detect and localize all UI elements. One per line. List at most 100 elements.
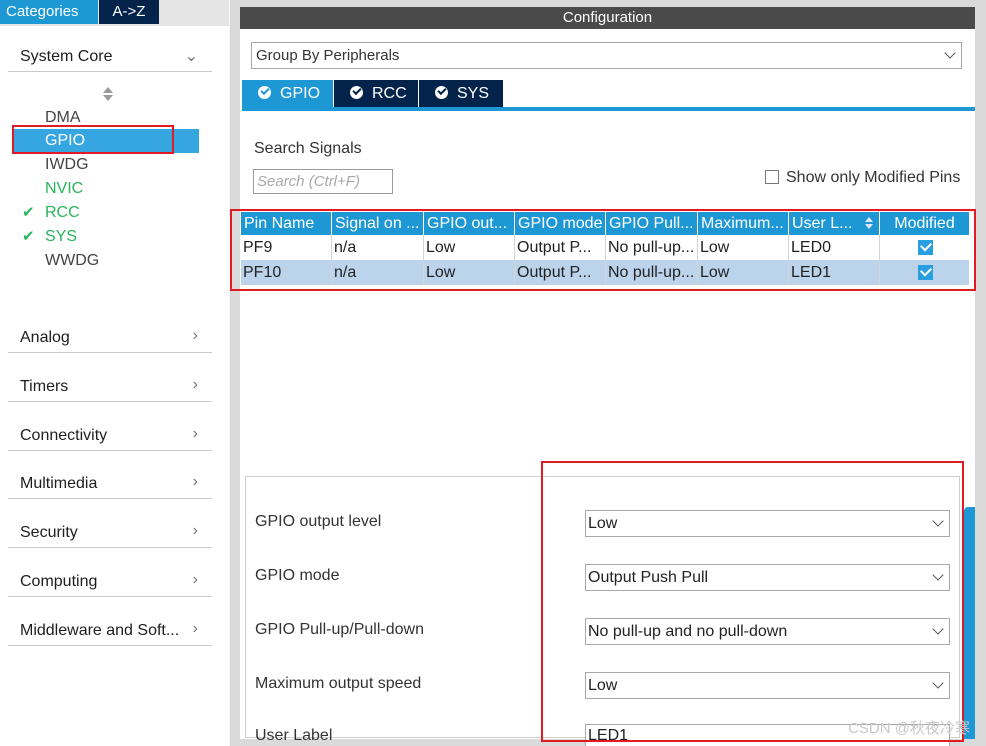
show-modified-checkbox[interactable]: Show only Modified Pins bbox=[765, 169, 960, 187]
sidebar-item-iwdg[interactable]: IWDG bbox=[14, 153, 199, 177]
category-computing[interactable]: Computing › bbox=[8, 567, 212, 597]
category-connectivity[interactable]: Connectivity › bbox=[8, 421, 212, 451]
table-cell: Low bbox=[424, 260, 515, 285]
chevron-right-icon: › bbox=[192, 376, 198, 393]
category-timers[interactable]: Timers › bbox=[8, 372, 212, 402]
table-row[interactable]: PF9 n/a Low Output P... No pull-up... Lo… bbox=[241, 235, 969, 260]
chevron-right-icon: › bbox=[192, 522, 198, 539]
sidebar-item-label: SYS bbox=[45, 228, 78, 245]
table-cell: Low bbox=[698, 260, 789, 285]
tab-gpio[interactable]: GPIO bbox=[242, 80, 333, 107]
chevron-right-icon: › bbox=[192, 425, 198, 442]
column-header-user-label[interactable]: User L... bbox=[789, 212, 880, 235]
tab-underline bbox=[242, 107, 975, 111]
chevron-down-icon bbox=[945, 49, 955, 59]
table-cell: No pull-up... bbox=[606, 235, 698, 260]
category-analog[interactable]: Analog › bbox=[8, 323, 212, 353]
check-circle-icon bbox=[350, 86, 363, 99]
checkbox-box[interactable] bbox=[765, 170, 779, 184]
sidebar-item-label: IWDG bbox=[45, 156, 89, 173]
sort-arrows-icon[interactable] bbox=[102, 86, 114, 102]
tab-rcc[interactable]: RCC bbox=[334, 80, 418, 107]
sidebar-item-wwdg[interactable]: WWDG bbox=[14, 249, 199, 273]
table-cell-modified bbox=[880, 260, 969, 285]
category-label: Analog bbox=[20, 329, 70, 346]
table-cell: n/a bbox=[332, 260, 424, 285]
search-input[interactable] bbox=[253, 169, 393, 194]
table-cell: LED0 bbox=[789, 235, 880, 260]
sidebar-item-label: DMA bbox=[45, 109, 81, 126]
sidebar-item-label: NVIC bbox=[45, 180, 84, 197]
category-label: Timers bbox=[20, 378, 69, 395]
sidebar-item-label: RCC bbox=[45, 204, 80, 221]
categories-tabbar: Categories A->Z bbox=[0, 0, 229, 26]
tab-label: GPIO bbox=[280, 85, 321, 102]
group-by-value: Group By Peripherals bbox=[256, 47, 400, 64]
tab-categories[interactable]: Categories bbox=[0, 0, 98, 24]
chevron-right-icon: › bbox=[192, 620, 198, 637]
table-cell: PF9 bbox=[241, 235, 332, 260]
pull-up-down-label: GPIO Pull-up/Pull-down bbox=[255, 621, 424, 638]
column-header-signal[interactable]: Signal on ... bbox=[332, 212, 424, 235]
chevron-right-icon: › bbox=[192, 571, 198, 588]
sort-icon[interactable] bbox=[865, 217, 873, 229]
configuration-panel: Configuration Group By Peripherals GPIO … bbox=[230, 0, 986, 746]
show-modified-label: Show only Modified Pins bbox=[786, 169, 961, 186]
category-multimedia[interactable]: Multimedia › bbox=[8, 469, 212, 499]
column-header-max-speed[interactable]: Maximum... bbox=[698, 212, 789, 235]
table-header: Pin Name Signal on ... GPIO out... GPIO … bbox=[241, 212, 969, 235]
table-row[interactable]: PF10 n/a Low Output P... No pull-up... L… bbox=[241, 260, 969, 285]
check-circle-icon bbox=[258, 86, 271, 99]
output-level-label: GPIO output level bbox=[255, 513, 382, 530]
sidebar-item-label: WWDG bbox=[45, 252, 100, 269]
configuration-title: Configuration bbox=[240, 7, 975, 29]
table-cell-modified bbox=[880, 235, 969, 260]
chevron-right-icon: › bbox=[192, 327, 198, 344]
search-signals-label: Search Signals bbox=[254, 140, 362, 157]
watermark: CSDN @秋夜冷寒 bbox=[848, 720, 970, 737]
peripheral-tabs: GPIO RCC SYS bbox=[240, 80, 975, 110]
table-cell: Low bbox=[698, 235, 789, 260]
gpio-mode-label: GPIO mode bbox=[255, 567, 340, 584]
column-header-label: User L... bbox=[792, 215, 853, 232]
category-system-core[interactable]: System Core ⌄ bbox=[8, 42, 212, 72]
table-cell: Low bbox=[424, 235, 515, 260]
column-header-gpio-pull[interactable]: GPIO Pull... bbox=[606, 212, 698, 235]
table-cell: Output P... bbox=[515, 260, 606, 285]
modified-checkbox[interactable] bbox=[918, 240, 933, 255]
column-header-modified[interactable]: Modified bbox=[880, 212, 969, 235]
table-cell: PF10 bbox=[241, 260, 332, 285]
chevron-right-icon: › bbox=[192, 473, 198, 490]
table-cell: LED1 bbox=[789, 260, 880, 285]
sidebar-item-sys[interactable]: ✔ SYS bbox=[14, 225, 199, 249]
highlight-box bbox=[12, 125, 174, 154]
column-header-gpio-output[interactable]: GPIO out... bbox=[424, 212, 515, 235]
check-icon: ✔ bbox=[22, 228, 35, 245]
sidebar-item-nvic[interactable]: NVIC bbox=[14, 177, 199, 201]
check-icon: ✔ bbox=[22, 204, 35, 221]
category-label: Computing bbox=[20, 573, 98, 590]
column-header-pin-name[interactable]: Pin Name bbox=[241, 212, 332, 235]
tab-sys[interactable]: SYS bbox=[419, 80, 503, 107]
pin-table: Pin Name Signal on ... GPIO out... GPIO … bbox=[241, 212, 969, 285]
category-label: Multimedia bbox=[20, 475, 98, 492]
user-label-label: User Label bbox=[255, 727, 333, 744]
highlight-box bbox=[541, 461, 964, 742]
category-label: System Core bbox=[20, 48, 113, 65]
category-label: Security bbox=[20, 524, 78, 541]
max-speed-label: Maximum output speed bbox=[255, 675, 422, 692]
category-label: Middleware and Soft... bbox=[20, 622, 180, 639]
properties-scrollbar[interactable] bbox=[964, 507, 975, 739]
sidebar-item-rcc[interactable]: ✔ RCC bbox=[14, 201, 199, 225]
category-middleware[interactable]: Middleware and Soft... › bbox=[8, 616, 212, 646]
categories-panel: Categories A->Z System Core ⌄ DMA GPIO I… bbox=[0, 0, 229, 746]
category-security[interactable]: Security › bbox=[8, 518, 212, 548]
group-by-select[interactable]: Group By Peripherals bbox=[251, 42, 962, 69]
tab-label: SYS bbox=[457, 85, 490, 102]
tab-a-to-z[interactable]: A->Z bbox=[99, 0, 159, 24]
tab-label: RCC bbox=[372, 85, 407, 102]
chevron-down-icon: ⌄ bbox=[184, 48, 198, 65]
modified-checkbox[interactable] bbox=[918, 265, 933, 280]
table-cell: No pull-up... bbox=[606, 260, 698, 285]
column-header-gpio-mode[interactable]: GPIO mode bbox=[515, 212, 606, 235]
